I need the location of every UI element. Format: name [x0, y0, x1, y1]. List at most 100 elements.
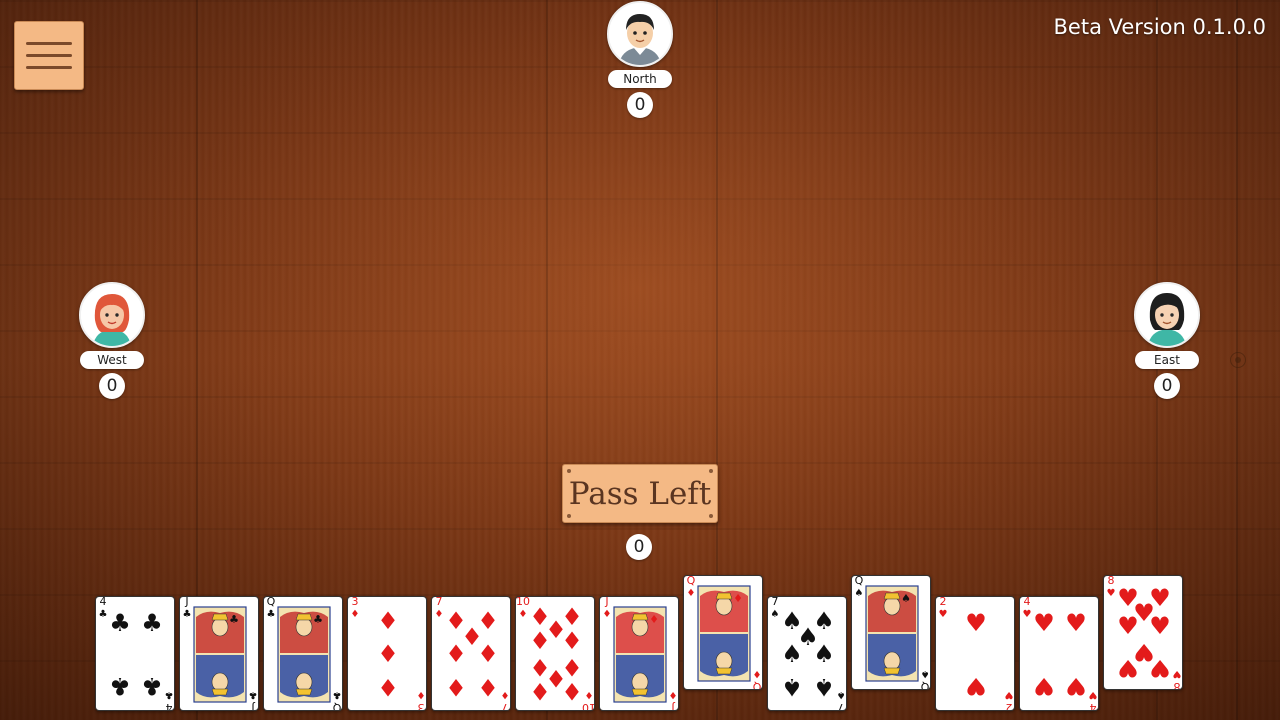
crown-icon [715, 667, 733, 675]
playing-card[interactable]: 10 ♦ 10 ♦ ♦ ♦ ♦ ♦ ♦ ♦ ♦ ♦ ♦ ♦ [515, 596, 595, 711]
playing-card[interactable]: 4 ♥ 4 ♥ ♥ ♥ ♥ ♥ [1019, 596, 1099, 711]
card-pip-icon: ♦ [377, 640, 399, 668]
card-suit-icon: ♦ [351, 609, 360, 620]
card-rank-label: 7 [436, 597, 443, 608]
card-pip-icon: ♦ [377, 607, 399, 635]
card-suit-icon: ♣ [165, 689, 174, 700]
card-pip-icon: ♣ [141, 672, 163, 700]
playing-card[interactable]: J ♦ J ♦ ♦ [599, 596, 679, 711]
nail-icon [567, 469, 571, 473]
card-suit-icon: ♦ [753, 668, 762, 679]
pass-left-button[interactable]: Pass Left [562, 464, 718, 523]
court-suit-icon: ♦ [649, 613, 659, 626]
card-suit-icon: ♦ [417, 689, 426, 700]
card-face: 4♣4♣♣ ♣♣ ♣ [99, 597, 174, 711]
card-rank-label: 10 [582, 701, 595, 711]
playing-card[interactable]: 3 ♦ 3 ♦ ♦ ♦ ♦ [347, 596, 427, 711]
playing-card[interactable]: J ♣ J ♣ ♣ [179, 596, 259, 711]
card-suit-icon: ♦ [435, 609, 444, 620]
card-pip-icon: ♦ [561, 627, 583, 655]
card-face: 2♥2♥♥♥ [939, 597, 1014, 710]
card-suit-icon: ♦ [669, 689, 678, 700]
player-score-north: 0 [627, 92, 653, 118]
crown-icon [883, 592, 901, 600]
card-face: J♦J♦♦ [603, 597, 678, 710]
court-face-top [715, 596, 733, 616]
card-rank-label: 7 [838, 701, 845, 711]
card-rank-label: 8 [1174, 680, 1181, 690]
card-pip-icon: ♥ [1033, 672, 1055, 700]
playing-card[interactable]: 7 ♠ 7 ♠ ♠ ♠ ♠ ♠ ♠ ♠ ♠ [767, 596, 847, 711]
player-west: West 0 [72, 282, 152, 399]
card-rank-label: 7 [772, 597, 779, 608]
card-rank-label: Q [920, 680, 929, 690]
court-face-bottom [295, 672, 313, 692]
card-face: 3♦3♦♦♦♦ [351, 597, 426, 711]
player-name-north: North [608, 70, 672, 88]
court-face-top [211, 617, 229, 637]
card-pip-icon: ♥ [1117, 654, 1139, 682]
card-face: 10♦10♦♦ ♦♦♦ ♦♦ ♦♦♦ ♦ [516, 597, 595, 711]
card-pip-icon: ♠ [781, 640, 803, 668]
playing-card[interactable]: Q ♣ Q ♣ ♣ [263, 596, 343, 711]
card-rank-label: 4 [166, 701, 173, 711]
card-suit-icon: ♦ [687, 588, 696, 599]
card-pip-icon: ♠ [781, 673, 803, 701]
playing-card[interactable]: 4 ♣ 4 ♣ ♣ ♣ ♣ ♣ [95, 596, 175, 711]
card-face: 7♠7♠♠ ♠♠♠ ♠♠ ♠ [771, 597, 846, 711]
card-pip-icon: ♥ [965, 672, 987, 700]
card-pip-icon: ♥ [1065, 609, 1087, 637]
card-pip-icon: ♦ [377, 673, 399, 701]
card-face: Q♠Q♠♠ [855, 576, 930, 690]
player-score-west: 0 [99, 373, 125, 399]
player-north: North 0 [600, 1, 680, 118]
card-suit-icon: ♥ [1004, 689, 1013, 700]
version-label: Beta Version 0.1.0.0 [1053, 15, 1266, 39]
dark-haired-woman-avatar-icon [1134, 282, 1200, 348]
card-suit-icon: ♥ [1023, 609, 1032, 620]
card-face: Q♣Q♣♣ [267, 597, 342, 711]
card-rank-label: 4 [1024, 597, 1031, 608]
card-pip-icon: ♦ [445, 673, 467, 701]
crown-icon [211, 688, 229, 696]
card-rank-label: J [184, 597, 188, 608]
playing-card[interactable]: Q ♦ Q ♦ ♦ [683, 575, 763, 690]
court-face-bottom [211, 672, 229, 692]
card-suit-icon: ♥ [1088, 689, 1097, 700]
card-suit-icon: ♦ [585, 689, 594, 700]
card-pip-icon: ♦ [445, 640, 467, 668]
card-face: J♣J♣♣ [183, 597, 258, 710]
card-face: 7♦7♦♦ ♦♦♦ ♦♦ ♦ [435, 597, 510, 711]
card-pip-icon: ♦ [561, 677, 583, 705]
card-rank-label: Q [687, 576, 696, 587]
pass-left-label: Pass Left [568, 475, 712, 512]
target-icon[interactable] [1230, 352, 1246, 368]
court-face-top [295, 617, 313, 637]
crown-icon [631, 613, 649, 621]
card-rank-label: 3 [418, 701, 425, 711]
hamburger-menu-icon [26, 42, 72, 45]
card-suit-icon: ♥ [1107, 588, 1116, 599]
red-haired-woman-avatar-icon [79, 282, 145, 348]
crown-icon [631, 688, 649, 696]
playing-card[interactable]: 8 ♥ 8 ♥ ♥ ♥ ♥ ♥ ♥ ♥ ♥ ♥ [1103, 575, 1183, 690]
card-suit-icon: ♠ [771, 609, 780, 620]
court-face-bottom [715, 651, 733, 671]
card-rank-label: 7 [502, 701, 509, 711]
card-pip-icon: ♦ [529, 627, 551, 655]
card-pip-icon: ♦ [477, 640, 499, 668]
card-pip-icon: ♥ [1149, 654, 1171, 682]
menu-button[interactable] [14, 21, 84, 90]
playing-card[interactable]: 7 ♦ 7 ♦ ♦ ♦ ♦ ♦ ♦ ♦ ♦ [431, 596, 511, 711]
card-suit-icon: ♣ [249, 689, 258, 700]
card-suit-icon: ♦ [519, 609, 528, 620]
playing-card[interactable]: Q ♠ Q ♠ ♠ [851, 575, 931, 690]
card-suit-icon: ♥ [939, 609, 948, 620]
playing-card[interactable]: 2 ♥ 2 ♥ ♥ ♥ [935, 596, 1015, 711]
card-rank-label: 4 [1090, 701, 1097, 711]
card-suit-icon: ♦ [603, 609, 612, 620]
card-rank-label: 8 [1108, 576, 1115, 587]
card-rank-label: 10 [516, 597, 530, 608]
card-pip-icon: ♦ [529, 677, 551, 705]
card-rank-label: Q [332, 701, 341, 711]
